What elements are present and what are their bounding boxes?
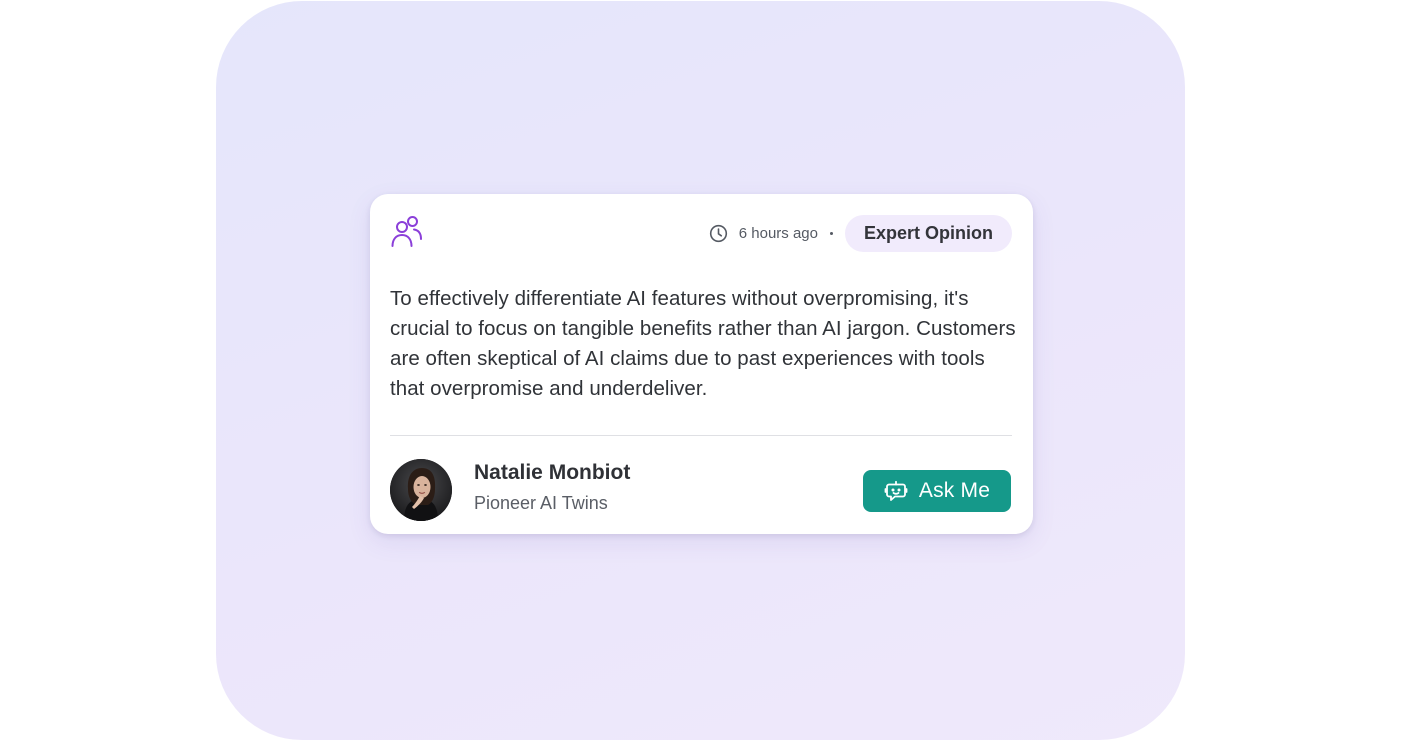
quote-text: To effectively differentiate AI features… <box>390 287 1016 400</box>
people-icon <box>390 215 422 247</box>
expert-opinion-card: 6 hours ago Expert Opinion To effectivel… <box>370 194 1033 534</box>
author-name: Natalie Monbiot <box>474 461 631 484</box>
separator-dot <box>829 232 833 235</box>
post-meta: 6 hours ago Expert Opinion <box>709 215 1012 252</box>
divider <box>390 435 1012 436</box>
chatbot-icon <box>884 479 908 503</box>
ask-me-button[interactable]: Ask Me <box>863 470 1011 512</box>
author-role: Pioneer AI Twins <box>474 493 608 513</box>
post-timestamp: 6 hours ago <box>738 225 818 242</box>
avatar[interactable] <box>390 459 452 521</box>
ask-me-label: Ask Me <box>918 479 991 502</box>
category-badge: Expert Opinion <box>844 215 1012 252</box>
clock-icon <box>709 224 728 243</box>
